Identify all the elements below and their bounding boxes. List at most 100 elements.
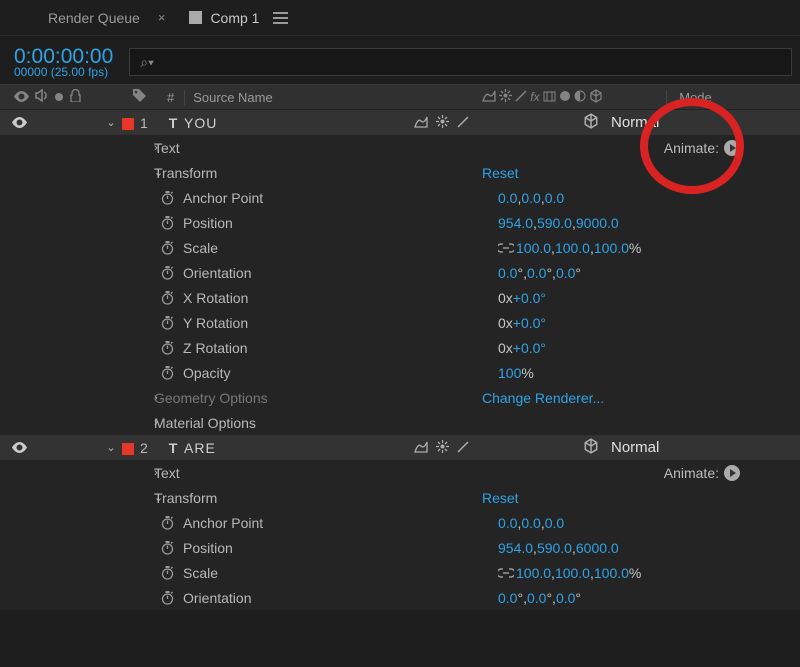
adjustment-icon[interactable] <box>574 90 586 105</box>
property-group[interactable]: ›Text Animate: <box>0 135 800 160</box>
tab-comp-1[interactable]: Comp 1 <box>171 0 306 35</box>
group-label: Text <box>154 465 180 481</box>
animate-menu[interactable]: Animate: <box>664 140 800 156</box>
property-value[interactable]: 0.0,0.0,0.0 <box>498 515 800 531</box>
motion-blur-icon[interactable] <box>559 90 571 105</box>
current-time[interactable]: 0:00:00:00 00000 (25.00 fps) <box>14 45 113 79</box>
property-name: Position <box>183 540 233 556</box>
quality-icon[interactable] <box>515 90 527 105</box>
property-row: Opacity100% <box>0 360 800 385</box>
stopwatch-icon[interactable] <box>160 290 175 305</box>
chevron-icon[interactable]: ⌄ <box>132 166 154 179</box>
comp-icon <box>189 11 202 24</box>
stopwatch-icon[interactable] <box>160 340 175 355</box>
stopwatch-icon[interactable] <box>160 515 175 530</box>
reset-link[interactable]: Reset <box>482 490 800 506</box>
panel-menu-icon[interactable] <box>273 12 288 24</box>
chevron-down-icon[interactable]: ⌄ <box>102 116 120 129</box>
label-swatch[interactable] <box>120 440 136 456</box>
blend-mode[interactable]: Normal <box>599 114 671 131</box>
timecode-sub: 00000 (25.00 fps) <box>14 66 113 79</box>
fx-icon[interactable]: fx <box>530 90 539 104</box>
property-value[interactable]: 0.0,0.0,0.0 <box>498 190 800 206</box>
property-row: Y Rotation0x+0.0° <box>0 310 800 335</box>
property-group[interactable]: ›Material Options <box>0 410 800 435</box>
eye-toggle[interactable] <box>0 440 22 456</box>
lock-icon[interactable] <box>70 89 81 105</box>
stopwatch-icon[interactable] <box>160 590 175 605</box>
close-icon[interactable]: × <box>158 10 166 25</box>
solo-icon[interactable] <box>54 90 64 105</box>
stopwatch-icon[interactable] <box>160 265 175 280</box>
stopwatch-icon[interactable] <box>160 540 175 555</box>
property-row: Orientation0.0°,0.0°,0.0° <box>0 260 800 285</box>
shy-icon[interactable] <box>414 115 428 131</box>
tab-render-queue[interactable]: Render Queue <box>30 0 158 35</box>
collapse-icon[interactable] <box>436 440 449 456</box>
collapse-icon[interactable] <box>436 115 449 131</box>
layer-row[interactable]: ⌄2TARENormal <box>0 435 800 460</box>
property-value[interactable]: 0x+0.0° <box>498 290 800 306</box>
play-icon <box>724 465 740 481</box>
property-row: Scale100.0,100.0,100.0% <box>0 560 800 585</box>
property-group[interactable]: ⌄Transform Reset <box>0 485 800 510</box>
quality-icon[interactable] <box>457 115 469 131</box>
property-value[interactable]: 954.0,590.0,6000.0 <box>498 540 800 556</box>
stopwatch-icon[interactable] <box>160 190 175 205</box>
property-name: Scale <box>183 240 218 256</box>
group-value-link[interactable]: Change Renderer... <box>482 390 800 406</box>
text-layer-icon: T <box>162 115 184 131</box>
layer-row[interactable]: ⌄1TYOUNormal <box>0 110 800 135</box>
shy-icon[interactable] <box>414 440 428 456</box>
group-label: Text <box>154 140 180 156</box>
reset-link[interactable]: Reset <box>482 165 800 181</box>
property-value[interactable]: 100% <box>498 365 800 381</box>
property-value[interactable]: 100.0,100.0,100.0% <box>498 565 800 581</box>
layer-name[interactable]: ARE <box>184 440 414 456</box>
property-value[interactable]: 0x+0.0° <box>498 340 800 356</box>
quality-icon[interactable] <box>457 440 469 456</box>
property-value[interactable]: 0.0°,0.0°,0.0° <box>498 265 800 281</box>
layer-name[interactable]: YOU <box>184 115 414 131</box>
chevron-icon[interactable]: › <box>132 417 154 429</box>
group-label: Transform <box>154 490 217 506</box>
chevron-icon[interactable]: › <box>132 467 154 479</box>
layer-column-header: # Source Name fx Mode <box>0 84 800 110</box>
blend-mode[interactable]: Normal <box>599 439 671 456</box>
3d-icon[interactable] <box>589 89 603 106</box>
eye-icon[interactable] <box>14 90 29 105</box>
stopwatch-icon[interactable] <box>160 240 175 255</box>
property-value[interactable]: 0.0°,0.0°,0.0° <box>498 590 800 606</box>
eye-toggle[interactable] <box>0 115 22 131</box>
property-group[interactable]: ›Geometry OptionsChange Renderer... <box>0 385 800 410</box>
property-group[interactable]: ›Text Animate: <box>0 460 800 485</box>
property-value[interactable]: 0x+0.0° <box>498 315 800 331</box>
shy-icon[interactable] <box>482 90 496 105</box>
stopwatch-icon[interactable] <box>160 565 175 580</box>
stopwatch-icon[interactable] <box>160 365 175 380</box>
label-swatch[interactable] <box>120 115 136 131</box>
property-group[interactable]: ⌄TransformReset <box>0 160 800 185</box>
column-mode[interactable]: Mode <box>666 90 724 105</box>
stopwatch-icon[interactable] <box>160 315 175 330</box>
link-icon[interactable] <box>498 565 514 581</box>
tag-icon[interactable] <box>132 91 147 106</box>
link-icon[interactable] <box>498 240 514 256</box>
column-number[interactable]: # <box>157 90 184 105</box>
3d-icon[interactable] <box>583 113 599 132</box>
animate-menu[interactable]: Animate: <box>664 465 800 481</box>
chevron-icon[interactable]: ⌄ <box>132 491 154 504</box>
column-source-name[interactable]: Source Name <box>184 90 476 105</box>
frame-blend-icon[interactable] <box>543 90 556 105</box>
chevron-down-icon[interactable]: ⌄ <box>102 441 120 454</box>
search-input[interactable]: ⌕▾ <box>129 48 792 76</box>
property-row: Orientation0.0°,0.0°,0.0° <box>0 585 800 610</box>
property-value[interactable]: 954.0,590.0,9000.0 <box>498 215 800 231</box>
3d-icon[interactable] <box>583 438 599 457</box>
chevron-icon[interactable]: › <box>132 392 154 404</box>
chevron-icon[interactable]: › <box>132 142 154 154</box>
property-value[interactable]: 100.0,100.0,100.0% <box>498 240 800 256</box>
collapse-icon[interactable] <box>499 89 512 105</box>
stopwatch-icon[interactable] <box>160 215 175 230</box>
speaker-icon[interactable] <box>35 89 48 105</box>
